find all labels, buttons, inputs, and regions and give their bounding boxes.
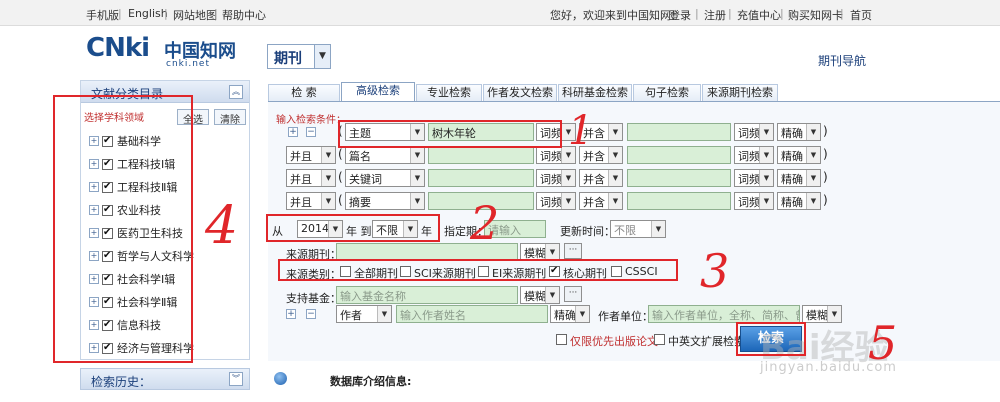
tab-advanced-search[interactable]: 高级检索 [341,82,415,102]
annotation-number-3: 3 [700,244,730,298]
author-input[interactable]: 输入作者姓名 [396,305,548,323]
first-publish-label: 仅限优先出版论文 [570,335,658,348]
keyword2-input[interactable] [627,146,731,164]
paren-close: ) [823,170,828,184]
fund-match-select[interactable]: 模糊 ▼ [520,286,560,304]
divider: | [118,7,122,20]
tab-sentence-search[interactable]: 句子检索 [633,84,701,102]
help-link[interactable]: 帮助中心 [222,7,266,23]
keyword-input[interactable] [428,169,534,187]
recharge-link[interactable]: 充值中心 [737,7,781,23]
match-select[interactable]: 精确 ▼ [777,192,821,210]
clear-button[interactable]: 清除 [214,109,246,126]
field-select[interactable]: 关键词 ▼ [345,169,425,187]
welcome-text: 您好，欢迎来到中国知网！ [550,9,682,22]
divider: | [728,7,732,20]
first-publish-checkbox[interactable] [556,334,567,345]
chevron-down-icon: ▼ [314,45,330,68]
keyword-input[interactable] [428,146,534,164]
divider: | [214,7,218,20]
condition-label: 输入检索条件： [276,115,346,126]
field-select[interactable]: 篇名 ▼ [345,146,425,164]
fund-input[interactable]: 输入基金名称 [336,286,518,304]
tab-fund-search[interactable]: 科研基金检索 [558,84,632,102]
tab-professional-search[interactable]: 专业检索 [416,84,482,102]
tab-source-journal-search[interactable]: 来源期刊检索 [702,84,778,102]
search-tabs: 检 索 高级检索 专业检索 作者发文检索 科研基金检索 句子检索 来源期刊检索 [268,82,1000,102]
combine-select[interactable]: 并含 ▼ [579,169,623,187]
buy-card-link[interactable]: 购买知网卡 [788,7,843,23]
mobile-link[interactable]: 手机版 [86,7,119,23]
divider: | [840,7,844,20]
annotation-box-3 [278,259,678,281]
divider: | [780,7,784,20]
freq2-select[interactable]: 词频 ▼ [734,169,774,187]
tab-author-search[interactable]: 作者发文检索 [483,84,557,102]
tab-basic-search[interactable]: 检 索 [268,84,340,102]
login-link[interactable]: 登录 [669,7,691,23]
affil-label: 作者单位： [598,310,653,323]
database-select[interactable]: 期刊 ▼ [267,44,331,69]
paren-close: ) [823,124,828,138]
annotation-box-1 [338,120,562,148]
paren-open: ( [338,147,343,161]
divider: | [695,7,699,20]
match-select[interactable]: 精确 ▼ [777,123,821,141]
cnki-logo[interactable]: CNki 中国知网 cnki.net [86,33,246,71]
update-select[interactable]: 不限 ▼ [610,220,666,238]
logic-select[interactable]: 并且 ▼ [286,192,336,210]
annotation-number-4: 4 [205,196,239,256]
bilingual-label: 中英文扩展检索 [668,335,745,348]
sitemap-link[interactable]: 网站地图 [173,7,217,23]
add-row-icon[interactable]: + [286,309,296,319]
annotation-number-5: 5 [868,316,898,370]
match-select[interactable]: 精确 ▼ [777,146,821,164]
annotation-box-5 [736,322,806,356]
logic-select[interactable]: 并且 ▼ [286,169,336,187]
author-field-select[interactable]: 作者 ▼ [336,305,392,323]
remove-row-icon[interactable]: − [306,309,316,319]
freq-select[interactable]: 词频 ▼ [536,192,576,210]
db-intro-label: 数据库介绍信息: [330,375,412,388]
logic-select[interactable]: 并且 ▼ [286,146,336,164]
annotation-number-1: 1 [568,108,594,154]
fund-label: 支持基金： [286,292,341,305]
paren-open: ( [338,170,343,184]
freq-select[interactable]: 词频 ▼ [536,169,576,187]
update-label: 更新时间： [560,225,615,238]
keyword2-input[interactable] [627,123,731,141]
divider: | [164,7,168,20]
remove-row-icon[interactable]: − [306,127,316,137]
keyword2-input[interactable] [627,192,731,210]
home-link[interactable]: 首页 [850,7,872,23]
annotation-number-2: 2 [470,196,500,250]
match-select[interactable]: 精确 ▼ [777,169,821,187]
freq2-select[interactable]: 词频 ▼ [734,146,774,164]
add-row-icon[interactable]: + [288,127,298,137]
author-match-select[interactable]: 精确 ▼ [550,305,590,323]
paren-close: ) [823,147,828,161]
search-history-panel[interactable]: 检索历史： ︾ [80,368,250,390]
freq2-select[interactable]: 词频 ▼ [734,123,774,141]
register-link[interactable]: 注册 [704,7,726,23]
english-link[interactable]: English [128,7,168,20]
freq2-select[interactable]: 词频 ▼ [734,192,774,210]
field-select[interactable]: 摘要 ▼ [345,192,425,210]
top-bar: 手机版 | English | 网站地图 | 帮助中心 您好，欢迎来到中国知网！… [0,0,1000,26]
annotation-box-2 [266,214,440,242]
annotation-box-4 [53,95,193,363]
journal-nav-link[interactable]: 期刊导航 [818,52,866,69]
expand-icon[interactable]: ︾ [229,372,243,386]
keyword2-input[interactable] [627,169,731,187]
info-icon [274,372,287,385]
paren-close: ) [823,193,828,207]
bilingual-checkbox[interactable] [654,334,665,345]
more-options-icon[interactable]: ··· [564,243,582,259]
combine-select[interactable]: 并含 ▼ [579,192,623,210]
paren-open: ( [338,193,343,207]
collapse-icon[interactable]: ︽ [229,85,243,99]
more-options-icon[interactable]: ··· [564,286,582,302]
